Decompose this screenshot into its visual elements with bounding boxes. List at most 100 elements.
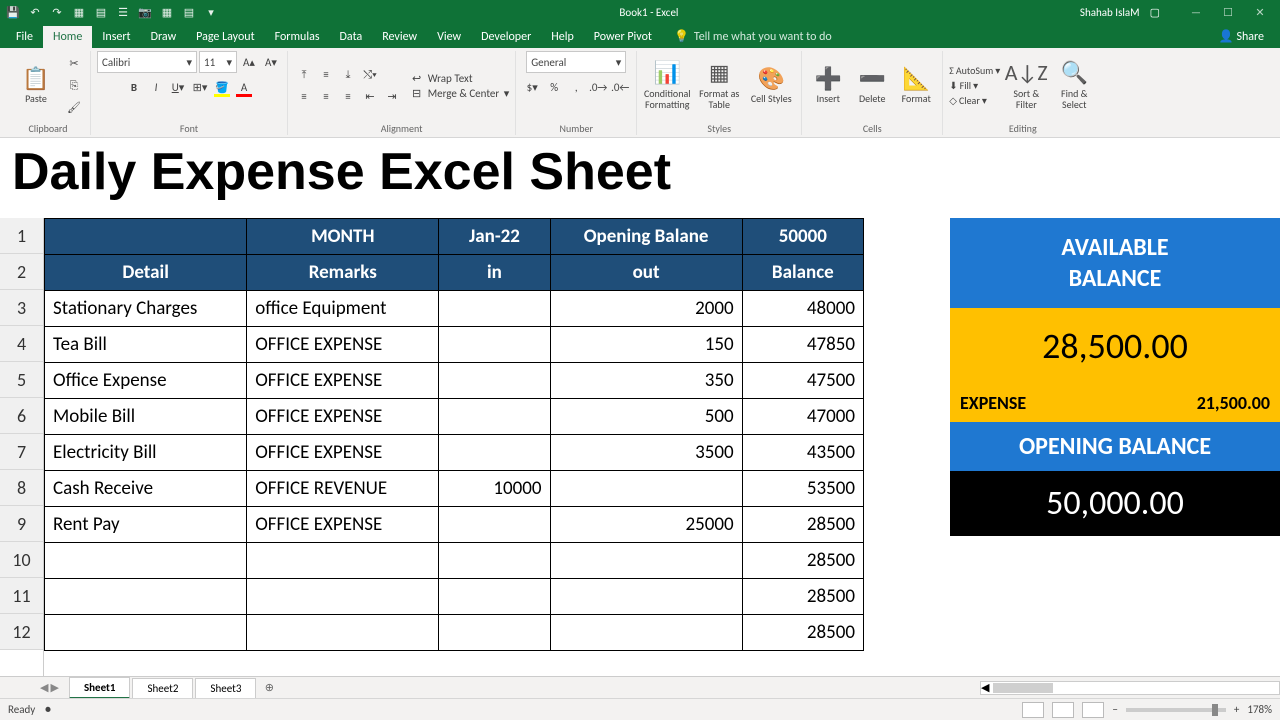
tab-insert[interactable]: Insert — [92, 26, 140, 48]
row-header[interactable]: 3 — [0, 290, 43, 326]
cell[interactable]: Electricity Bill — [45, 435, 247, 471]
minimize-icon[interactable]: — — [1182, 6, 1210, 19]
cell[interactable]: 500 — [550, 399, 742, 435]
table-row[interactable]: 28500 — [45, 579, 864, 615]
cell[interactable]: 43500 — [742, 435, 863, 471]
horizontal-scrollbar[interactable]: ◀ — [980, 681, 1280, 695]
cell[interactable] — [439, 291, 550, 327]
delete-cells-button[interactable]: ➖Delete — [852, 56, 892, 116]
cell[interactable]: 48000 — [742, 291, 863, 327]
table-row[interactable]: Rent PayOFFICE EXPENSE2500028500 — [45, 507, 864, 543]
undo-icon[interactable]: ↶ — [28, 6, 42, 19]
tab-help[interactable]: Help — [541, 26, 584, 48]
qat-dropdown-icon[interactable]: ▾ — [204, 6, 218, 19]
qat-icon[interactable]: ▦ — [72, 6, 86, 19]
increase-indent-icon[interactable]: ⇥ — [382, 87, 402, 107]
cell[interactable] — [439, 615, 550, 651]
cell[interactable]: Rent Pay — [45, 507, 247, 543]
clear-button[interactable]: ◇ Clear ▾ — [949, 94, 1000, 107]
decrease-decimal-icon[interactable]: .0← — [610, 77, 630, 97]
sort-filter-button[interactable]: A↓ZSort & Filter — [1004, 56, 1048, 116]
row-header[interactable]: 2 — [0, 254, 43, 290]
tab-formulas[interactable]: Formulas — [265, 26, 330, 48]
row-header[interactable]: 6 — [0, 398, 43, 434]
table-row[interactable]: Electricity BillOFFICE EXPENSE350043500 — [45, 435, 864, 471]
comma-icon[interactable]: , — [566, 77, 586, 97]
cell[interactable]: OFFICE EXPENSE — [247, 327, 439, 363]
align-middle-icon[interactable]: ≡ — [316, 65, 336, 85]
zoom-in-icon[interactable]: + — [1234, 703, 1239, 716]
cell[interactable]: Balance — [742, 255, 863, 291]
cell[interactable]: Detail — [45, 255, 247, 291]
table-row[interactable]: Office ExpenseOFFICE EXPENSE35047500 — [45, 363, 864, 399]
cell[interactable] — [439, 327, 550, 363]
cell[interactable] — [247, 543, 439, 579]
row-header[interactable]: 1 — [0, 218, 43, 254]
cell[interactable] — [45, 615, 247, 651]
copy-icon[interactable]: ⎘ — [64, 76, 84, 96]
decrease-indent-icon[interactable]: ⇤ — [360, 87, 380, 107]
tab-home[interactable]: Home — [43, 26, 92, 48]
share-button[interactable]: 👤 Share — [1209, 25, 1274, 48]
scroll-left-icon[interactable]: ◀ — [981, 681, 989, 694]
zoom-out-icon[interactable]: − — [1112, 703, 1117, 716]
cell[interactable] — [550, 615, 742, 651]
row-header[interactable]: 8 — [0, 470, 43, 506]
cell[interactable]: 28500 — [742, 543, 863, 579]
cell[interactable]: OFFICE EXPENSE — [247, 435, 439, 471]
new-sheet-button[interactable]: ⊕ — [258, 681, 280, 694]
row-header[interactable]: 12 — [0, 614, 43, 650]
italic-button[interactable]: I — [146, 77, 166, 97]
tab-page-layout[interactable]: Page Layout — [186, 26, 264, 48]
cell[interactable]: 350 — [550, 363, 742, 399]
cut-icon[interactable]: ✂ — [64, 54, 84, 74]
cell[interactable]: OFFICE EXPENSE — [247, 363, 439, 399]
insert-cells-button[interactable]: ➕Insert — [808, 56, 848, 116]
currency-icon[interactable]: $▾ — [522, 77, 542, 97]
cell[interactable]: office Equipment — [247, 291, 439, 327]
tab-draw[interactable]: Draw — [141, 26, 187, 48]
row-header[interactable]: 7 — [0, 434, 43, 470]
cell[interactable]: 25000 — [550, 507, 742, 543]
format-cells-button[interactable]: 📐Format — [896, 56, 936, 116]
tab-file[interactable]: File — [6, 26, 43, 48]
cell[interactable]: Office Expense — [45, 363, 247, 399]
page-break-view-icon[interactable] — [1082, 702, 1104, 718]
wrap-text-button[interactable]: ↩ Wrap Text — [412, 72, 509, 85]
table-row[interactable]: Detail Remarks in out Balance — [45, 255, 864, 291]
tab-power-pivot[interactable]: Power Pivot — [584, 26, 662, 48]
row-header[interactable]: 5 — [0, 362, 43, 398]
number-format-select[interactable]: General▾ — [526, 51, 626, 73]
page-layout-view-icon[interactable] — [1052, 702, 1074, 718]
available-balance-value[interactable]: 28,500.00 — [950, 308, 1280, 384]
tab-data[interactable]: Data — [330, 26, 373, 48]
redo-icon[interactable]: ↷ — [50, 6, 64, 19]
user-name[interactable]: Shahab IslaM — [1080, 6, 1140, 19]
save-icon[interactable]: 💾 — [6, 6, 20, 19]
align-center-icon[interactable]: ≡ — [316, 87, 336, 107]
cell[interactable]: OFFICE EXPENSE — [247, 507, 439, 543]
scroll-thumb[interactable] — [993, 683, 1053, 693]
row-header[interactable]: 9 — [0, 506, 43, 542]
cell[interactable] — [439, 363, 550, 399]
bold-button[interactable]: B — [124, 77, 144, 97]
cell[interactable]: 47000 — [742, 399, 863, 435]
table-row[interactable]: Tea BillOFFICE EXPENSE15047850 — [45, 327, 864, 363]
table-row[interactable]: Cash ReceiveOFFICE REVENUE1000053500 — [45, 471, 864, 507]
qat-icon[interactable]: ▤ — [94, 6, 108, 19]
ribbon-options-icon[interactable]: ▢ — [1150, 6, 1160, 19]
qat-icon[interactable]: ▤ — [182, 6, 196, 19]
cell[interactable]: 150 — [550, 327, 742, 363]
cell[interactable]: OFFICE EXPENSE — [247, 399, 439, 435]
qat-icon[interactable]: ☰ — [116, 6, 130, 19]
cell[interactable] — [439, 435, 550, 471]
table-row[interactable]: MONTH Jan-22 Opening Balane 50000 — [45, 219, 864, 255]
increase-font-icon[interactable]: A▴ — [239, 52, 259, 72]
table-row[interactable]: Mobile BillOFFICE EXPENSE50047000 — [45, 399, 864, 435]
cell[interactable]: Cash Receive — [45, 471, 247, 507]
find-select-button[interactable]: 🔍Find & Select — [1052, 56, 1096, 116]
align-right-icon[interactable]: ≡ — [338, 87, 358, 107]
cell[interactable]: 47850 — [742, 327, 863, 363]
zoom-slider[interactable] — [1126, 708, 1226, 712]
border-button[interactable]: ⊞▾ — [190, 77, 210, 97]
